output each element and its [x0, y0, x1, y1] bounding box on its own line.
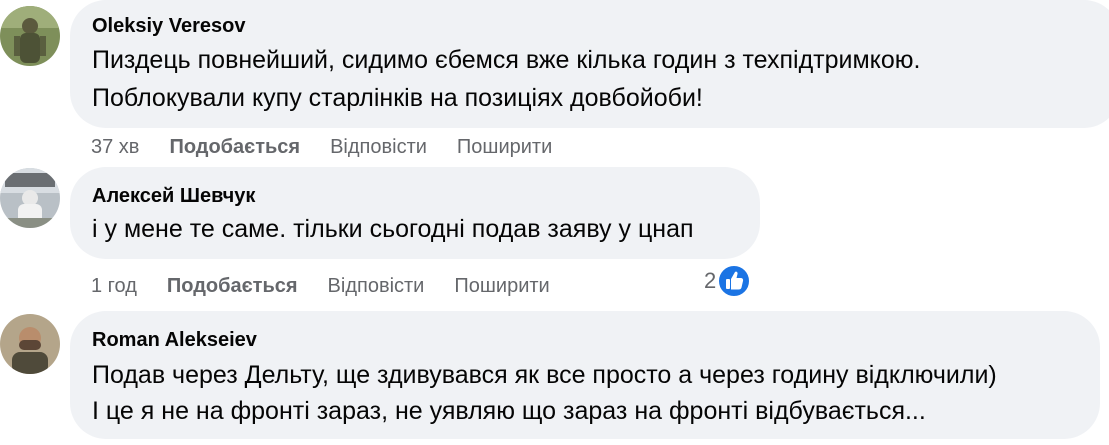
comment-timestamp[interactable]: 1 год	[91, 275, 137, 298]
reaction-count: 2	[704, 268, 717, 293]
comment-text-line: І це я не на фронті зараз, не уявляю що …	[92, 397, 926, 425]
like-button[interactable]: Подобається	[169, 136, 300, 159]
reply-button[interactable]: Відповісти	[328, 275, 425, 298]
comment-text-line: Пиздець повнейший, сидимо єбемся вже кіл…	[92, 46, 921, 74]
reply-button[interactable]: Відповісти	[330, 136, 427, 159]
comment-bubble: Алексей Шевчук і у мене те саме. тільки …	[70, 167, 760, 259]
comment-actions: 37 хв Подобається Відповісти Поширити	[91, 136, 552, 159]
comment-bubble: Roman Alekseiev Подав через Дельту, ще з…	[70, 311, 1100, 439]
comment-text-line: Поблокували купу старлінків на позиціях …	[92, 84, 703, 112]
comment-author[interactable]: Алексей Шевчук	[92, 185, 255, 208]
like-button[interactable]: Подобається	[167, 275, 298, 298]
reaction-summary[interactable]: 2	[704, 264, 752, 298]
comment-text-line: Подав через Дельту, ще здивувався як все…	[92, 361, 997, 389]
comment-author[interactable]: Oleksiy Veresov	[92, 15, 245, 38]
comment-text-line: і у мене те саме. тільки сьогодні подав …	[92, 215, 694, 243]
comment-timestamp[interactable]: 37 хв	[91, 136, 139, 159]
comment-author[interactable]: Roman Alekseiev	[92, 329, 257, 352]
comment-bubble: Oleksiy Veresov Пиздець повнейший, сидим…	[70, 0, 1109, 128]
comment: Алексей Шевчук і у мене те саме. тільки …	[0, 165, 1109, 300]
comment: Oleksiy Veresov Пиздець повнейший, сидим…	[0, 0, 1109, 165]
thumbs-up-icon	[717, 264, 752, 298]
share-button[interactable]: Поширити	[454, 275, 549, 298]
avatar[interactable]	[0, 168, 60, 228]
avatar[interactable]	[0, 314, 60, 374]
share-button[interactable]: Поширити	[457, 136, 552, 159]
comment: Roman Alekseiev Подав через Дельту, ще з…	[0, 300, 1109, 445]
comment-actions: 1 год Подобається Відповісти Поширити	[91, 275, 550, 298]
avatar[interactable]	[0, 6, 60, 66]
